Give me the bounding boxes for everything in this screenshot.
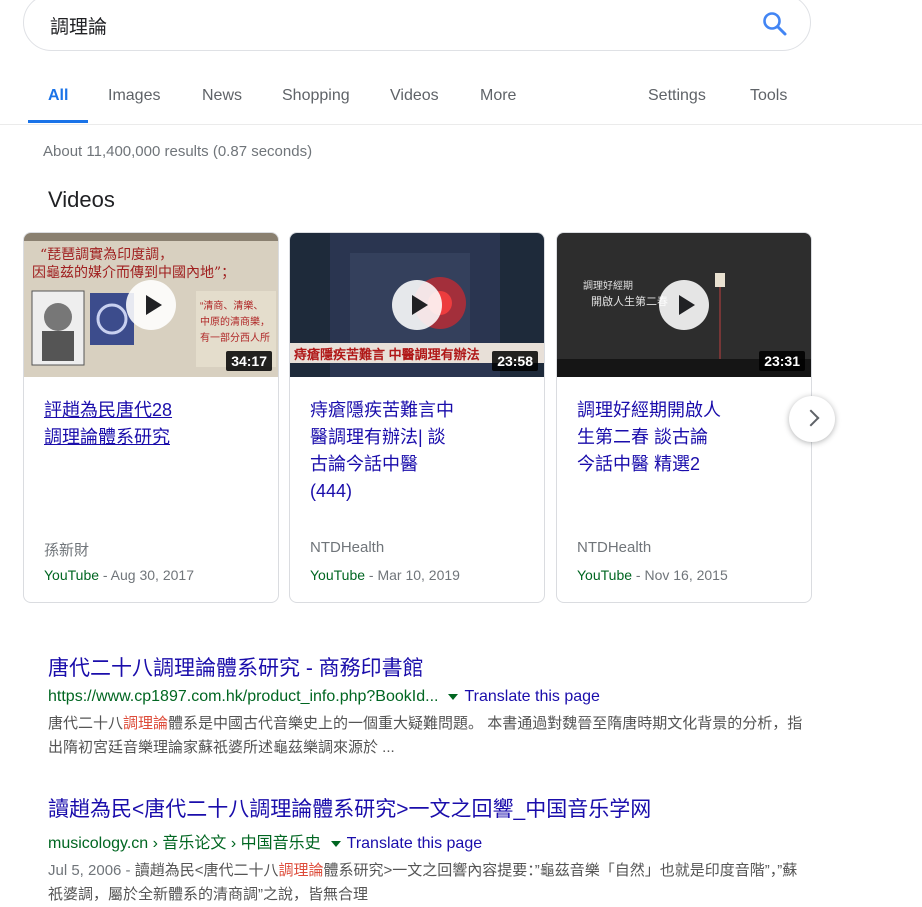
play-icon[interactable] [392, 280, 442, 330]
video-duration: 23:58 [492, 351, 538, 371]
caret-down-icon[interactable] [330, 840, 341, 847]
video-title-line[interactable]: 調理論體系研究 [44, 427, 170, 447]
translate-link[interactable]: Translate this page [347, 835, 482, 852]
video-title-line[interactable]: 生第二春 談古論 [577, 427, 708, 447]
video-title-line[interactable]: 調理好經期開啟人 [577, 400, 721, 420]
video-thumbnail[interactable]: 調理好經期 開啟人生第二春 23:31 [557, 233, 811, 377]
video-title[interactable]: 痔瘡隱疾苦難言中 醫調理有辦法| 談 古論今話中醫 (444) [310, 397, 525, 505]
caret-down-icon[interactable] [448, 693, 459, 700]
snippet-text: 唐代二十八 [48, 715, 124, 732]
tab-shopping[interactable]: Shopping [282, 87, 350, 105]
video-duration: 34:17 [226, 351, 272, 371]
play-icon[interactable] [126, 280, 176, 330]
result-date: Jul 5, 2006 - [48, 862, 135, 879]
video-meta: YouTube - Mar 10, 2019 [310, 567, 460, 583]
video-duration: 23:31 [759, 351, 805, 371]
tools-link[interactable]: Tools [750, 87, 787, 105]
tab-images[interactable]: Images [108, 87, 160, 105]
video-channel: NTDHealth [310, 539, 385, 556]
video-title[interactable]: 調理好經期開啟人 生第二春 談古論 今話中醫 精選2 [577, 397, 792, 478]
result-title-link[interactable]: 讀趙為民<唐代二十八調理論體系研究>一文之回響_中国音乐学网 [48, 793, 808, 823]
video-channel: 孫新財 [44, 542, 90, 559]
snippet-highlight: 調理論 [123, 715, 169, 732]
video-thumbnail[interactable]: 痔瘡隱疾苦難言 中醫調理有辦法 23:58 [290, 233, 544, 377]
tab-videos[interactable]: Videos [390, 87, 439, 105]
video-thumbnail[interactable]: “琵琶調實為印度調， 因龜兹的媒介而傳到中國內地”； “清商、清樂、 中原的清商… [24, 233, 278, 377]
search-tabs: All Images News Shopping Videos More Set… [0, 78, 922, 125]
video-source: YouTube [577, 567, 633, 583]
result-snippet: Jul 5, 2006 - 讀趙為民<唐代二十八調理論體系研究>一文之回響內容提… [48, 859, 808, 907]
result-url: https://www.cp1897.com.hk/product_info.p… [48, 688, 439, 705]
tab-news[interactable]: News [202, 87, 242, 105]
svg-text:有一部分西人所: 有一部分西人所 [200, 331, 270, 344]
chevron-right-icon [802, 409, 820, 427]
videos-heading: Videos [48, 187, 115, 212]
result-title-link[interactable]: 唐代二十八調理論體系研究 - 商務印書館 [48, 652, 808, 682]
video-card[interactable]: “琵琶調實為印度調， 因龜兹的媒介而傳到中國內地”； “清商、清樂、 中原的清商… [23, 232, 279, 603]
thumb-text-1: “琵琶調實為印度調， [40, 246, 173, 263]
result-snippet: 唐代二十八調理論體系是中國古代音樂史上的一個重大疑難問題。 本書通過對魏晉至隋唐… [48, 712, 808, 760]
video-card[interactable]: 調理好經期 開啟人生第二春 23:31 調理好經期開啟人 生第二春 談古論 今話… [556, 232, 812, 603]
thumb-text-2: 因龜兹的媒介而傳到中國內地”； [32, 265, 235, 281]
video-date: - Nov 16, 2015 [632, 567, 728, 583]
video-meta: YouTube - Nov 16, 2015 [577, 567, 728, 583]
search-box[interactable]: 調理論 [23, 0, 811, 51]
video-title-line[interactable]: 痔瘡隱疾苦難言中 [310, 400, 454, 420]
video-date: - Aug 30, 2017 [99, 567, 194, 583]
video-date: - Mar 10, 2019 [365, 567, 460, 583]
video-channel: NTDHealth [577, 539, 652, 556]
tab-more[interactable]: More [480, 87, 516, 105]
svg-text:“清商、清樂、: “清商、清樂、 [200, 299, 263, 312]
play-icon[interactable] [659, 280, 709, 330]
settings-link[interactable]: Settings [648, 87, 706, 105]
result-url-line: https://www.cp1897.com.hk/product_info.p… [48, 688, 808, 706]
thumb-text-2: 開啟人生第二春 [591, 294, 668, 308]
video-title[interactable]: 評趙為民唐代28 調理論體系研究 [44, 397, 259, 451]
video-meta: YouTube - Aug 30, 2017 [44, 567, 194, 583]
translate-link[interactable]: Translate this page [464, 688, 599, 705]
svg-text:中原的清商樂，: 中原的清商樂， [200, 315, 270, 328]
result-stats: About 11,400,000 results (0.87 seconds) [43, 143, 313, 160]
carousel-next-button[interactable] [789, 396, 835, 442]
video-card[interactable]: 痔瘡隱疾苦難言 中醫調理有辦法 23:58 痔瘡隱疾苦難言中 醫調理有辦法| 談… [289, 232, 545, 603]
video-title-line[interactable]: 古論今話中醫 [310, 454, 418, 474]
search-icon[interactable] [762, 11, 788, 37]
search-input[interactable]: 調理論 [50, 12, 107, 39]
video-title-line[interactable]: 評趙為民唐代28 [44, 400, 172, 420]
snippet-text: 讀趙為民<唐代二十八 [134, 862, 279, 879]
tab-all[interactable]: All [48, 87, 68, 105]
video-source: YouTube [310, 567, 366, 583]
video-source: YouTube [44, 567, 100, 583]
video-title-line[interactable]: 醫調理有辦法| 談 [310, 427, 446, 447]
search-result: 唐代二十八調理論體系研究 - 商務印書館 https://www.cp1897.… [48, 652, 808, 760]
result-url-line: musicology.cn › 音乐论文 › 中国音乐史 Translate th… [48, 829, 808, 853]
active-tab-indicator [28, 120, 88, 123]
thumb-text-1: 調理好經期 [583, 279, 633, 292]
snippet-highlight: 調理論 [278, 862, 324, 879]
thumb-caption: 痔瘡隱疾苦難言 中醫調理有辦法 [294, 347, 480, 362]
video-title-line[interactable]: (444) [310, 481, 352, 501]
result-url: musicology.cn › 音乐论文 › 中国音乐史 [48, 835, 321, 852]
video-title-line[interactable]: 今話中醫 精選2 [577, 454, 700, 474]
